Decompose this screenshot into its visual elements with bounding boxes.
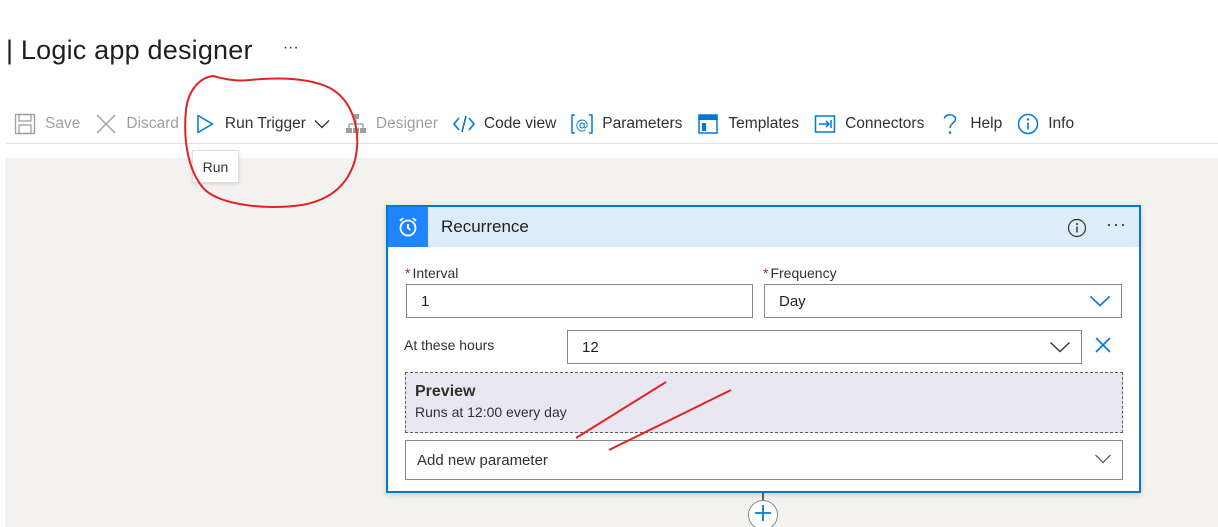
tooltip-run-label: Run xyxy=(202,158,229,175)
interval-field[interactable]: 1 xyxy=(406,284,753,318)
interval-value: 1 xyxy=(421,292,430,310)
run-tooltip[interactable]: Run xyxy=(192,150,239,183)
templates-icon xyxy=(696,112,720,136)
card-title: Recurrence xyxy=(441,217,529,236)
frequency-value: Day xyxy=(779,292,806,310)
preview-title: Preview xyxy=(415,383,476,400)
discard-label: Discard xyxy=(126,114,179,132)
add-parameter-label: Add new parameter xyxy=(417,451,548,469)
designer-label: Designer xyxy=(375,114,438,132)
required-marker: * xyxy=(405,265,411,281)
designer-icon xyxy=(344,112,368,136)
hours-dropdown[interactable]: 12 xyxy=(567,330,1082,364)
add-step-button[interactable] xyxy=(748,500,778,527)
parameters-icon: @ xyxy=(570,112,594,136)
chevron-down-icon xyxy=(314,119,330,129)
remove-hours-icon[interactable] xyxy=(1094,336,1112,359)
code-view-label: Code view xyxy=(483,114,557,132)
discard-icon xyxy=(94,112,118,136)
info-button[interactable]: Info xyxy=(1009,104,1081,144)
templates-label: Templates xyxy=(728,114,800,132)
save-button[interactable]: Save xyxy=(6,104,87,144)
required-marker: * xyxy=(763,265,769,281)
save-icon xyxy=(13,112,37,136)
card-info-icon[interactable] xyxy=(1067,218,1087,243)
plus-icon xyxy=(754,504,772,527)
page-title: | Logic app designer xyxy=(6,34,253,65)
connectors-label: Connectors xyxy=(845,114,925,132)
info-label: Info xyxy=(1048,114,1075,132)
svg-text:@: @ xyxy=(576,118,589,133)
help-icon xyxy=(938,112,962,136)
recurrence-card: Recurrence ··· * Interval 1 * Frequency Da… xyxy=(386,205,1141,493)
chevron-down-icon xyxy=(1049,339,1071,359)
code-view-button[interactable]: Code view xyxy=(445,104,563,144)
parameters-button[interactable]: @ Parameters xyxy=(563,104,689,144)
info-icon xyxy=(1016,112,1040,136)
code-icon xyxy=(452,112,476,136)
card-more-button[interactable]: ··· xyxy=(1106,214,1127,235)
connectors-icon xyxy=(813,112,837,136)
parameters-label: Parameters xyxy=(602,114,683,132)
preview-text: Runs at 12:00 every day xyxy=(415,404,567,420)
alarm-clock-icon xyxy=(388,207,428,247)
designer-button[interactable]: Designer xyxy=(337,104,445,144)
chevron-down-icon xyxy=(1089,293,1111,313)
hours-value: 12 xyxy=(582,338,599,356)
discard-button[interactable]: Discard xyxy=(87,104,186,144)
interval-label: * Interval xyxy=(405,265,459,281)
help-button[interactable]: Help xyxy=(931,104,1009,144)
chevron-down-icon xyxy=(1094,452,1112,470)
templates-button[interactable]: Templates xyxy=(689,104,806,144)
frequency-dropdown[interactable]: Day xyxy=(764,284,1122,318)
save-label: Save xyxy=(45,114,81,132)
frequency-label: * Frequency xyxy=(763,265,837,281)
play-icon xyxy=(193,112,217,136)
run-trigger-label: Run Trigger xyxy=(224,114,306,132)
card-header[interactable]: Recurrence ··· xyxy=(388,207,1139,247)
connectors-button[interactable]: Connectors xyxy=(806,104,931,144)
more-options-button[interactable]: ··· xyxy=(283,39,299,57)
page-header: | Logic app designer ··· xyxy=(6,30,299,70)
schedule-preview: Preview Runs at 12:00 every day xyxy=(405,372,1123,433)
hours-label: At these hours xyxy=(404,337,495,353)
designer-toolbar: Save Discard Run Trigger Designer Code v… xyxy=(6,104,1218,144)
add-parameter-dropdown[interactable]: Add new parameter xyxy=(405,440,1123,480)
help-label: Help xyxy=(970,114,1003,132)
run-trigger-button[interactable]: Run Trigger xyxy=(186,104,337,144)
